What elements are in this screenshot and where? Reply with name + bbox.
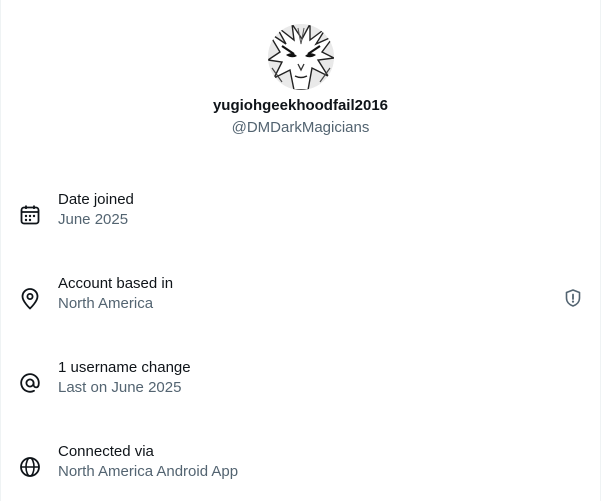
detail-row-date-joined: Date joined June 2025 bbox=[0, 190, 601, 238]
shield-alert-icon[interactable] bbox=[563, 288, 583, 308]
calendar-icon bbox=[18, 203, 42, 227]
detail-row-username-change: 1 username change Last on June 2025 bbox=[0, 358, 601, 406]
avatar[interactable] bbox=[268, 24, 334, 90]
detail-title: 1 username change bbox=[58, 359, 191, 376]
panel-border-right bbox=[600, 0, 601, 501]
detail-title: Date joined bbox=[58, 191, 134, 208]
detail-title: Account based in bbox=[58, 275, 174, 292]
detail-value: June 2025 bbox=[58, 211, 129, 228]
about-account-panel: yugiohgeekhoodfail2016 @DMDarkMagicians … bbox=[0, 0, 611, 501]
detail-value: North America Android App bbox=[58, 463, 239, 480]
detail-row-connected-via: Connected via North America Android App bbox=[0, 442, 601, 490]
detail-row-account-based-in: Account based in North America bbox=[0, 274, 601, 322]
location-pin-icon bbox=[18, 287, 42, 311]
globe-icon bbox=[18, 455, 42, 479]
detail-value: Last on June 2025 bbox=[58, 379, 182, 396]
display-name: yugiohgeekhoodfail2016 bbox=[212, 97, 389, 114]
detail-title: Connected via bbox=[58, 443, 154, 460]
panel-border-left bbox=[0, 0, 1, 501]
avatar-image bbox=[268, 24, 334, 90]
detail-value: North America bbox=[58, 295, 154, 312]
username-handle: @DMDarkMagicians bbox=[231, 119, 370, 136]
at-sign-icon bbox=[18, 371, 42, 395]
